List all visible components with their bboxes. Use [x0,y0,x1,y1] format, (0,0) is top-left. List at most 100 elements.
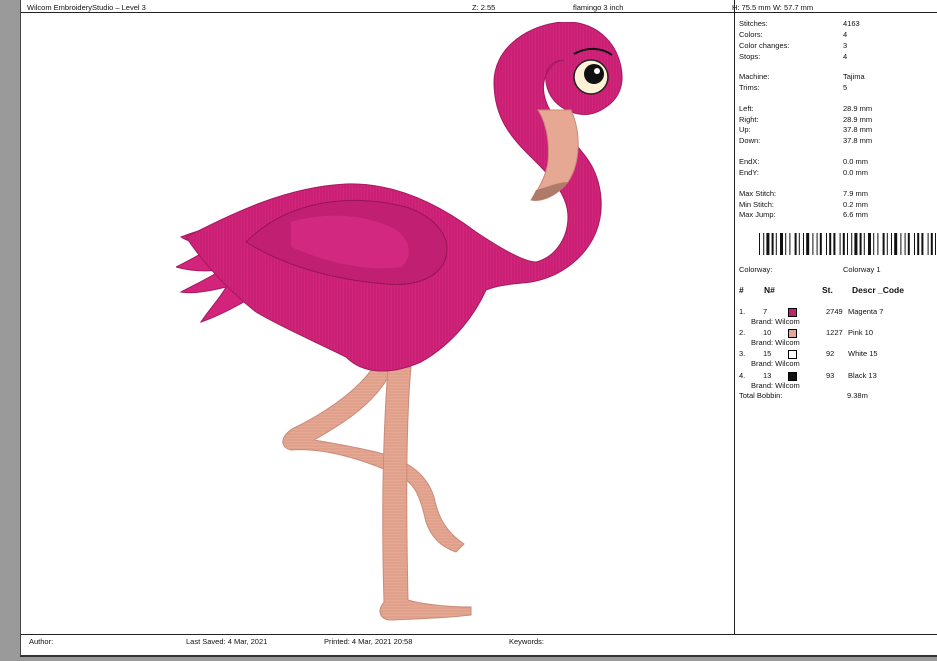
color-index: 3. [739,349,746,358]
stat-label: Max Stitch: [739,189,777,198]
stat-value: 4 [843,30,848,39]
barcode-bar [877,233,879,255]
footer-divider [21,634,937,635]
barcode-bar [789,233,791,255]
barcode-bar [854,233,858,255]
barcode-bar [882,233,885,255]
stat-value: 5 [843,83,848,92]
color-description: White 15 [848,349,878,358]
barcode-bar [842,233,845,255]
barcode-bar [900,233,902,255]
col-header-stitches: St. [822,285,833,295]
color-swatch [788,372,797,381]
barcode-bar [894,233,898,255]
color-index: 1. [739,307,746,316]
footer-author: Author: [29,637,54,646]
stat-value: 28.9 mm [843,104,873,113]
stat-label: Color changes: [739,41,790,50]
barcode-bar [851,233,853,255]
flamingo-design-image [176,22,623,621]
barcode-bar [766,233,770,255]
stat-value: 3 [843,41,848,50]
stat-value: 4163 [843,19,860,28]
barcode-bar [907,233,910,255]
barcode-bar [859,233,862,255]
barcode-bar [891,233,892,255]
barcode-bar [775,233,777,255]
barcode-bar [819,233,822,255]
colorway-label: Colorway: [739,265,773,274]
barcode-bar [763,233,765,255]
col-header-n: N# [764,285,775,295]
color-stitch-count: 1227 [826,328,843,337]
color-index: 4. [739,371,746,380]
barcode-bar [785,233,787,255]
barcode-bar [847,233,848,255]
color-swatch [788,308,797,317]
color-number: 13 [763,371,772,380]
stat-label: Stitches: [739,19,768,28]
col-header-index: # [739,285,744,295]
footer-last-saved: Last Saved: 4 Mar, 2021 [186,637,268,646]
stat-label: Stops: [739,52,761,61]
stat-value: 37.8 mm [843,125,873,134]
barcode-bar [868,233,871,255]
stat-value: 37.8 mm [843,136,873,145]
color-description: Pink 10 [848,328,874,337]
panel-divider [734,0,735,634]
barcode-bar [780,233,783,255]
color-number: 7 [763,307,768,316]
stat-value: 0.0 mm [843,157,869,166]
stat-value: 6.6 mm [843,210,869,219]
stat-value: 4 [843,52,848,61]
color-description: Black 13 [848,371,877,380]
stat-value: Tajima [843,72,865,81]
color-stitch-count: 93 [826,371,835,380]
barcode-bar [904,233,906,255]
bobbin-label: Total Bobbin: [739,391,783,400]
barcode-bar [833,233,836,255]
footer-printed: Printed: 4 Mar, 2021 20:58 [324,637,413,646]
color-stitch-count: 92 [826,349,835,358]
barcode-bar [794,233,797,255]
barcode-bar [806,233,810,255]
stat-value: 0.2 mm [843,200,869,209]
color-index: 2. [739,328,746,337]
stat-label: Min Stitch: [739,200,775,209]
color-brand: Brand: Wilcom [751,359,800,368]
stat-label: Trims: [739,83,760,92]
bobbin-value: 9.38m [847,391,868,400]
barcode-bar [803,233,804,255]
stat-label: Machine: [739,72,770,81]
barcode-bar [826,233,827,255]
barcode-bar [886,233,888,255]
barcode-bar [921,233,924,255]
print-preview-sheet: Wilcom EmbroideryStudio – Level 3 Z: 2.5… [20,0,937,657]
stat-value: 0.0 mm [843,168,869,177]
color-number: 15 [763,349,772,358]
color-description: Magenta 7 [848,307,884,316]
stat-value: 7.9 mm [843,189,869,198]
barcode-bar [917,233,920,255]
color-brand: Brand: Wilcom [751,317,800,326]
zoom-level: Z: 2.55 [472,3,496,12]
color-brand: Brand: Wilcom [751,338,800,347]
color-stitch-count: 2749 [826,307,843,316]
colorway-value: Colorway 1 [843,265,881,274]
app-title: Wilcom EmbroideryStudio – Level 3 [27,3,146,12]
stat-label: EndX: [739,157,760,166]
col-header-descr: Descr _Code [852,285,904,295]
barcode-bar [829,233,832,255]
header-divider [21,12,937,13]
stat-label: EndY: [739,168,760,177]
stat-label: Down: [739,136,761,145]
barcode-bar [816,233,818,255]
stat-label: Left: [739,104,754,113]
barcode-bar [812,233,814,255]
stat-label: Up: [739,125,751,134]
color-swatch [788,350,797,359]
barcode-bar [930,233,933,255]
color-swatch [788,329,797,338]
barcode-bar [914,233,915,255]
stat-label: Right: [739,115,759,124]
